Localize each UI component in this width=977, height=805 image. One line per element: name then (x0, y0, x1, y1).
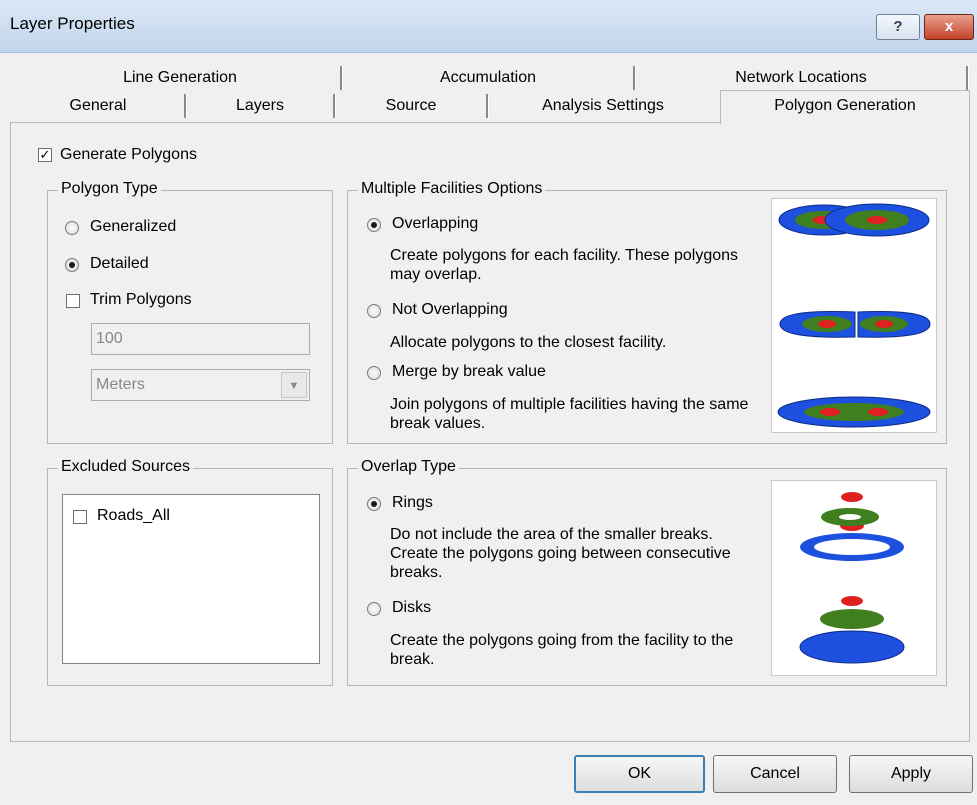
cancel-button[interactable]: Cancel (713, 755, 837, 793)
overlap-type-title: Overlap Type (358, 458, 459, 476)
roads-all-checkbox[interactable] (73, 510, 87, 524)
trim-unit-select[interactable]: Meters (91, 369, 310, 401)
rings-description: Do not include the area of the smaller b… (390, 526, 731, 581)
trim-distance-input[interactable]: 100 (91, 323, 310, 355)
disks-label: Disks (392, 599, 432, 616)
generalized-label: Generalized (90, 218, 177, 235)
merge-by-break-radio[interactable] (367, 366, 381, 380)
ok-button[interactable]: OK (574, 755, 705, 793)
tab-general[interactable]: General (12, 92, 184, 120)
detailed-label: Detailed (90, 255, 149, 272)
tab-analysis-settings[interactable]: Analysis Settings (489, 92, 717, 120)
close-button[interactable]: x (924, 14, 974, 40)
overlapping-description: Create polygons for each facility. These… (390, 247, 739, 283)
chevron-down-icon[interactable]: ▼ (281, 372, 307, 398)
facilities-illustration (771, 198, 937, 433)
facilities-diagram-icon (777, 203, 931, 428)
overlapping-radio[interactable] (367, 218, 381, 232)
generate-polygons-label: Generate Polygons (60, 146, 197, 163)
not-overlapping-label: Not Overlapping (392, 301, 508, 318)
tab-source[interactable]: Source (336, 92, 486, 120)
title-bar[interactable]: Layer Properties ? x (0, 0, 977, 53)
apply-button[interactable]: Apply (849, 755, 973, 793)
disks-description: Create the polygons going from the facil… (390, 632, 734, 668)
generate-polygons-checkbox[interactable]: ✓ (38, 148, 52, 162)
tab-separator (966, 66, 969, 90)
trim-polygons-checkbox[interactable] (66, 294, 80, 308)
rings-radio[interactable] (367, 497, 381, 511)
trim-polygons-label: Trim Polygons (90, 291, 192, 308)
not-overlapping-radio[interactable] (367, 304, 381, 318)
generalized-radio[interactable] (65, 221, 79, 235)
trim-unit-value: Meters (96, 376, 145, 393)
rings-label: Rings (392, 494, 433, 511)
tab-network-locations[interactable]: Network Locations (636, 64, 966, 92)
excluded-sources-title: Excluded Sources (58, 458, 193, 476)
merge-by-break-label: Merge by break value (392, 363, 546, 380)
detailed-radio[interactable] (65, 258, 79, 272)
overlap-illustration (771, 480, 937, 676)
tab-polygon-generation[interactable]: Polygon Generation (720, 90, 970, 124)
multiple-facilities-title: Multiple Facilities Options (358, 180, 546, 198)
polygon-type-title: Polygon Type (58, 180, 161, 198)
disks-radio[interactable] (367, 602, 381, 616)
tab-accumulation[interactable]: Accumulation (343, 64, 633, 92)
tab-layers[interactable]: Layers (187, 92, 333, 120)
help-button[interactable]: ? (876, 14, 920, 40)
not-overlapping-description: Allocate polygons to the closest facilit… (390, 334, 667, 351)
roads-all-label: Roads_All (97, 507, 170, 524)
tab-line-generation[interactable]: Line Generation (20, 64, 340, 92)
excluded-sources-list[interactable]: Roads_All (62, 494, 320, 664)
overlap-diagram-icon (799, 492, 905, 664)
merge-by-break-description: Join polygons of multiple facilities hav… (390, 396, 749, 432)
dialog-window: Layer Properties ? x Line Generation Acc… (0, 0, 977, 805)
window-title: Layer Properties (10, 14, 135, 33)
overlapping-label: Overlapping (392, 215, 479, 232)
